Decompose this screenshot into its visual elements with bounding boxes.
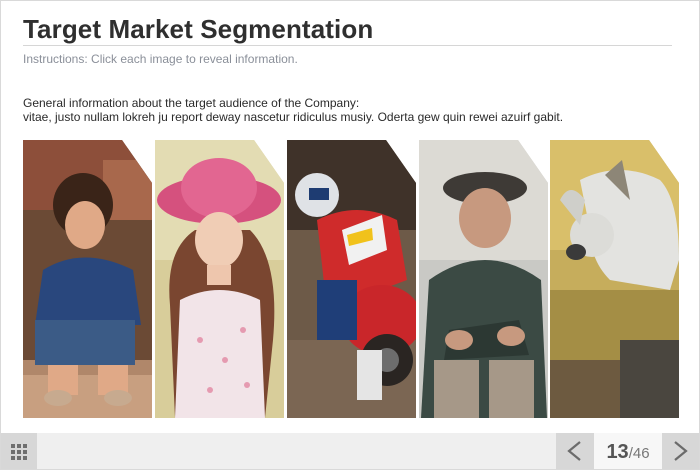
plus-icon: + — [265, 140, 279, 164]
image-card-motocross[interactable]: + — [287, 140, 416, 418]
plus-icon: + — [529, 140, 543, 164]
chevron-left-icon — [567, 441, 581, 461]
general-info-line-1: General information about the target aud… — [23, 96, 360, 110]
instructions-text: Instructions: Click each image to reveal… — [23, 52, 298, 66]
girl-photo — [155, 140, 284, 418]
plus-icon: + — [660, 140, 674, 164]
plus-icon: + — [397, 140, 411, 164]
title-divider — [23, 45, 672, 46]
motocross-photo — [287, 140, 416, 418]
boy-photo — [23, 140, 152, 418]
general-info-line-2: vitae, justo nullam lokreh ju report dew… — [23, 110, 564, 124]
dog-photo — [550, 140, 679, 418]
image-card-old-man[interactable]: + — [419, 140, 548, 418]
plus-icon: + — [133, 140, 147, 164]
next-button[interactable] — [662, 433, 699, 469]
menu-button[interactable] — [1, 433, 37, 469]
image-cards: + + + + + — [23, 140, 679, 418]
page-counter: 13/46 — [594, 433, 662, 469]
image-card-boy[interactable]: + — [23, 140, 152, 418]
page-title: Target Market Segmentation — [23, 14, 374, 44]
image-card-dog[interactable]: + — [550, 140, 679, 418]
current-page: 13 — [606, 441, 629, 463]
general-info: General information about the target aud… — [23, 96, 563, 124]
chevron-right-icon — [674, 441, 688, 461]
total-pages: /46 — [628, 445, 650, 462]
old-man-photo — [419, 140, 548, 418]
previous-button[interactable] — [556, 433, 594, 469]
image-card-girl[interactable]: + — [155, 140, 284, 418]
